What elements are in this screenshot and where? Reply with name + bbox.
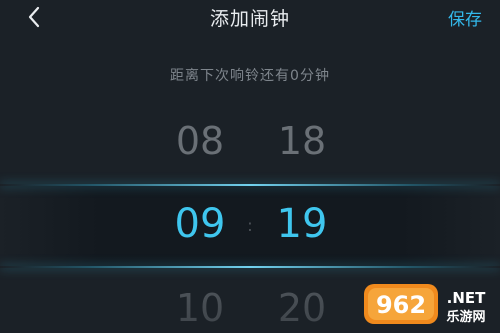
selection-top-line — [0, 184, 500, 186]
svg-text:乐游网: 乐游网 — [446, 309, 485, 325]
hour-selected[interactable]: 09 — [160, 202, 240, 246]
save-button[interactable]: 保存 — [448, 5, 482, 30]
svg-text:.NET: .NET — [447, 289, 486, 307]
header-bar: 添加闹钟 保存 — [0, 0, 500, 34]
site-watermark-logo: 962 .NET 乐游网 — [362, 281, 494, 327]
hour-option-above[interactable]: 08 — [160, 119, 240, 163]
minute-option-above[interactable]: 18 — [262, 119, 342, 163]
time-separator: : — [247, 216, 253, 235]
svg-text:962: 962 — [376, 291, 426, 319]
minute-selected[interactable]: 19 — [262, 202, 342, 246]
countdown-text: 距离下次响铃还有0分钟 — [170, 68, 330, 84]
selection-bottom-line — [0, 266, 500, 268]
page-title: 添加闹钟 — [209, 8, 290, 30]
